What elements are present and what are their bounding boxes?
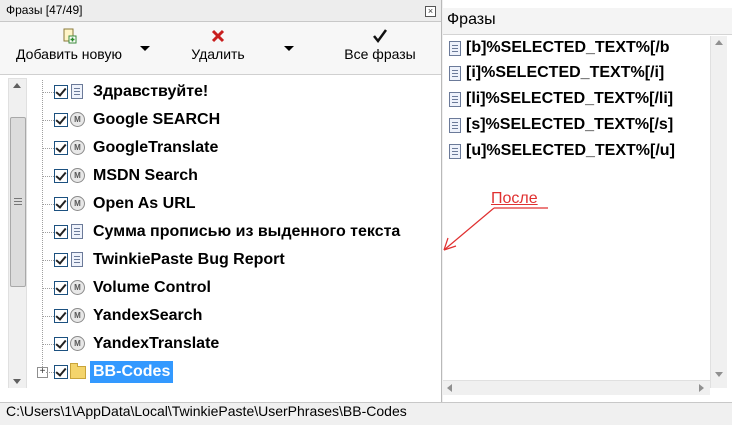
macro-icon: M: [70, 336, 85, 351]
document-icon: [449, 41, 461, 56]
tree-item-label-selected: BB-Codes: [90, 361, 174, 383]
list-vertical-scrollbar[interactable]: [710, 36, 727, 388]
scrollbar-grip-icon: [14, 198, 22, 205]
scroll-up-arrow-icon[interactable]: [715, 40, 723, 45]
delete-button[interactable]: Удалить: [175, 22, 261, 72]
document-icon: [71, 224, 83, 239]
item-checkbox[interactable]: [54, 85, 68, 99]
tree-item-label: YandexTranslate: [93, 335, 220, 352]
macro-icon: M: [70, 280, 85, 295]
tree-horizontal-scrollbar[interactable]: [0, 388, 441, 402]
delete-x-icon: [211, 29, 225, 43]
phrase-label: [u]%SELECTED_TEXT%[/u]: [466, 142, 675, 159]
list-column-title: Фразы: [447, 11, 496, 28]
scrollbar-thumb[interactable]: [10, 117, 26, 287]
item-checkbox[interactable]: [54, 113, 68, 127]
phrase-label: [i]%SELECTED_TEXT%[/i]: [466, 64, 665, 81]
macro-icon: M: [70, 112, 85, 127]
toolbar: Добавить новую Удалить Все фразы: [0, 22, 441, 75]
phrase-label: [s]%SELECTED_TEXT%[/s]: [466, 116, 674, 133]
macro-icon: M: [70, 196, 85, 211]
item-checkbox[interactable]: [54, 225, 68, 239]
checkmark-icon: [373, 29, 388, 44]
document-icon: [449, 118, 461, 133]
phrase-label: [li]%SELECTED_TEXT%[/li]: [466, 90, 674, 107]
close-icon[interactable]: ×: [425, 6, 436, 17]
document-icon: [449, 92, 461, 107]
document-icon: [449, 66, 461, 81]
scroll-right-arrow-icon[interactable]: [699, 384, 704, 392]
scroll-down-arrow-icon[interactable]: [715, 372, 723, 377]
delete-label: Удалить: [191, 46, 245, 62]
add-phrase-icon: [63, 28, 77, 44]
status-path: C:\Users\1\AppData\Local\TwinkiePaste\Us…: [6, 403, 407, 419]
scroll-down-arrow-icon[interactable]: [13, 379, 21, 384]
document-icon: [449, 144, 461, 159]
annotation-arrow-icon: [443, 207, 548, 251]
item-checkbox[interactable]: [54, 365, 68, 379]
tree-item-label: Open As URL: [93, 195, 196, 212]
tree-vertical-scrollbar[interactable]: [8, 78, 27, 390]
list-horizontal-scrollbar[interactable]: [443, 380, 710, 395]
phrase-label: [b]%SELECTED_TEXT%[/b: [466, 39, 670, 56]
panel-title: Фразы [47/49]: [6, 3, 83, 17]
item-checkbox[interactable]: [54, 141, 68, 155]
document-icon: [71, 252, 83, 267]
tree-item-label: Здравствуйте!: [93, 83, 209, 100]
item-checkbox[interactable]: [54, 281, 68, 295]
tree-item-label: YandexSearch: [93, 307, 203, 324]
macro-icon: M: [70, 308, 85, 323]
tree-item-label: MSDN Search: [93, 167, 198, 184]
folder-icon: [70, 363, 86, 379]
scroll-left-arrow-icon[interactable]: [447, 384, 452, 392]
tree-connector-line: [42, 80, 43, 373]
add-new-button[interactable]: Добавить новую: [4, 22, 134, 72]
add-dropdown-arrow[interactable]: [140, 46, 150, 51]
tree-item-label: TwinkiePaste Bug Report: [93, 251, 285, 268]
all-phrases-button[interactable]: Все фразы: [335, 22, 425, 72]
tree-item-label: Volume Control: [93, 279, 211, 296]
tree-item-label: Google SEARCH: [93, 111, 221, 128]
item-checkbox[interactable]: [54, 337, 68, 351]
tree-item-label: GoogleTranslate: [93, 139, 219, 156]
item-checkbox[interactable]: [54, 169, 68, 183]
delete-dropdown-arrow[interactable]: [284, 46, 294, 51]
macro-icon: M: [70, 168, 85, 183]
item-checkbox[interactable]: [54, 253, 68, 267]
scroll-up-arrow-icon[interactable]: [13, 83, 21, 88]
document-icon: [71, 84, 83, 99]
tree-item-label: Сумма прописью из выденного текста: [93, 223, 401, 240]
add-new-label: Добавить новую: [16, 46, 122, 62]
item-checkbox[interactable]: [54, 309, 68, 323]
all-phrases-label: Все фразы: [344, 46, 416, 62]
macro-icon: M: [70, 140, 85, 155]
item-checkbox[interactable]: [54, 197, 68, 211]
